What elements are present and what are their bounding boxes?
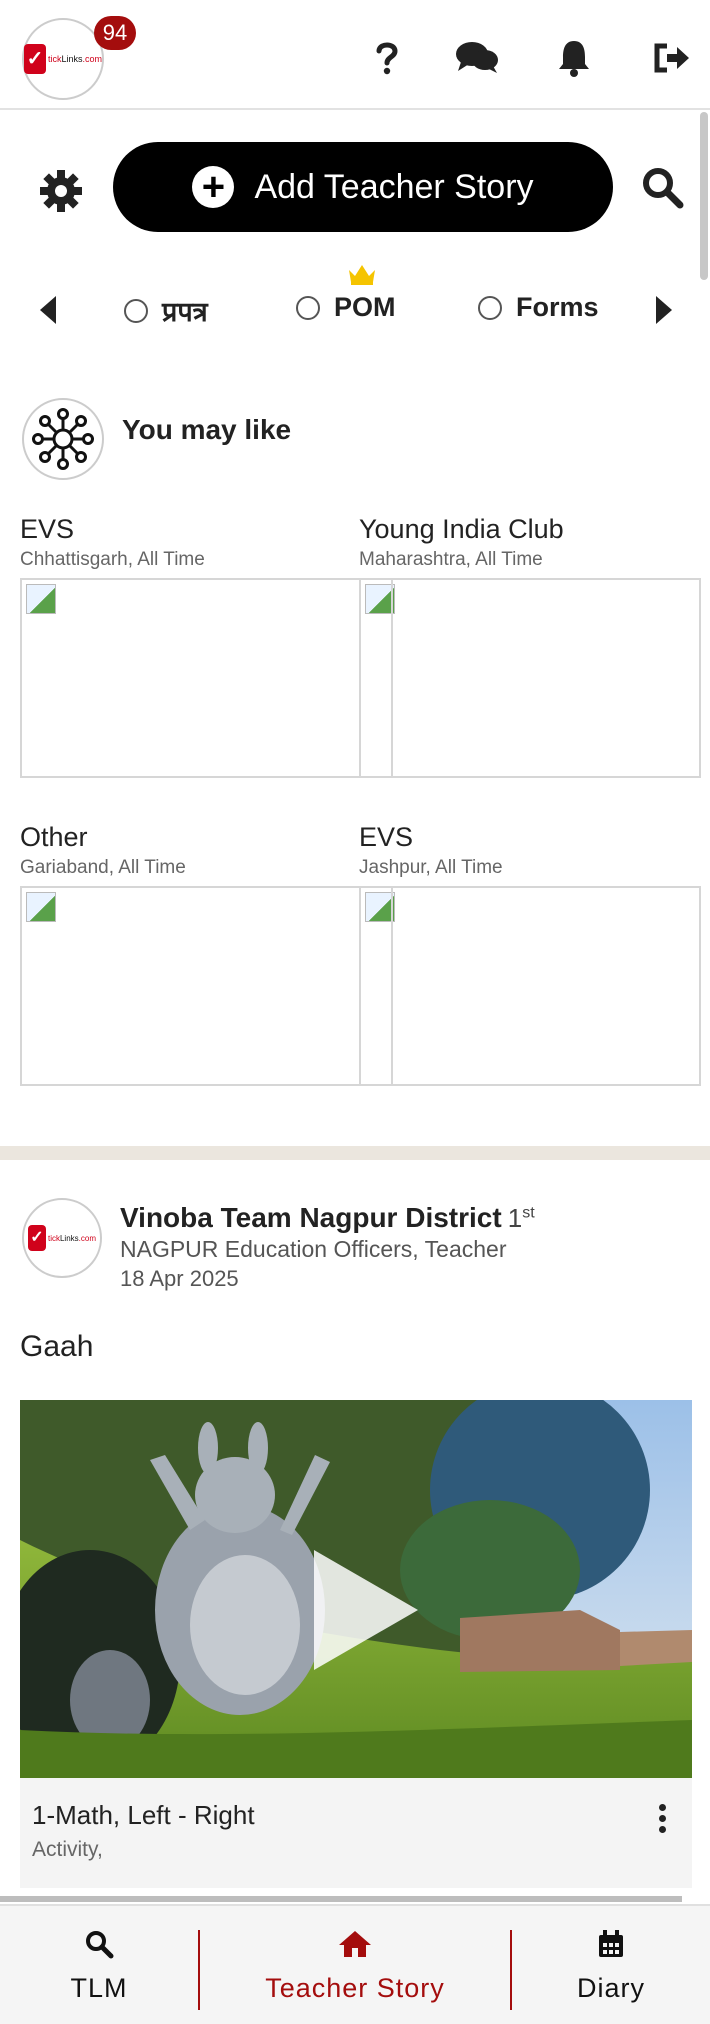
tab-radio[interactable] bbox=[124, 298, 148, 323]
video-title: 1-Math, Left - Right bbox=[32, 1800, 255, 1830]
logo-wordmark: tickLinks.com bbox=[47, 1233, 97, 1243]
page-scrollbar[interactable] bbox=[700, 112, 708, 280]
notification-count-badge: 94 bbox=[94, 16, 136, 50]
tab-label: प्रपत्र bbox=[162, 297, 208, 327]
connection-degree: 1st bbox=[507, 1203, 535, 1233]
search-icon[interactable] bbox=[640, 165, 684, 209]
bottom-navigation: TLM Teacher Story Diary bbox=[0, 1904, 710, 2024]
bell-icon[interactable] bbox=[556, 38, 592, 78]
tab-radio[interactable] bbox=[478, 295, 502, 320]
play-icon[interactable] bbox=[314, 1550, 418, 1670]
video-meta: 1-Math, Left - Right Activity, bbox=[20, 1778, 692, 1888]
nav-label: Teacher Story bbox=[265, 1972, 445, 2003]
card-title: EVS bbox=[359, 822, 414, 852]
card-image[interactable] bbox=[359, 886, 701, 1086]
card-image[interactable] bbox=[20, 886, 362, 1086]
network-icon bbox=[22, 398, 104, 480]
category-tabs: प्रपत्र POM Forms bbox=[0, 262, 710, 352]
logo-wordmark: tickLinks.com bbox=[47, 54, 102, 64]
suggestion-card[interactable]: Young India Club Maharashtra, All Time bbox=[359, 514, 701, 778]
post-bottom-divider bbox=[0, 1896, 682, 1902]
suggestion-card[interactable]: Other Gariaband, All Time bbox=[20, 822, 362, 1086]
nav-item-teacher-story[interactable]: Teacher Story bbox=[200, 1906, 510, 2024]
tab-prapatra[interactable]: प्रपत्र bbox=[124, 292, 208, 329]
card-title: EVS bbox=[20, 514, 75, 544]
nav-label: TLM bbox=[70, 1972, 128, 2003]
broken-image-icon bbox=[26, 892, 56, 922]
post-author[interactable]: Vinoba Team Nagpur District 1st bbox=[120, 1202, 535, 1234]
add-teacher-story-button[interactable]: + Add Teacher Story bbox=[113, 142, 613, 232]
image-frame-divider bbox=[391, 888, 393, 1084]
top-header: ✓ tickLinks.com 94 bbox=[0, 0, 710, 110]
logo-check-icon: ✓ bbox=[24, 44, 46, 74]
crown-icon bbox=[349, 265, 375, 285]
tab-label: POM bbox=[334, 292, 396, 322]
card-subtitle: Chhattisgarh, All Time bbox=[20, 549, 205, 570]
tab-label: Forms bbox=[516, 292, 599, 322]
tab-radio[interactable] bbox=[296, 295, 320, 320]
chat-icon[interactable] bbox=[454, 38, 500, 78]
broken-image-icon bbox=[26, 584, 56, 614]
nav-item-diary[interactable]: Diary bbox=[512, 1906, 710, 2024]
card-image[interactable] bbox=[359, 578, 701, 778]
app-logo[interactable]: ✓ tickLinks.com bbox=[22, 18, 104, 100]
post-text: Gaah bbox=[20, 1330, 94, 1363]
author-name: Vinoba Team Nagpur District bbox=[120, 1202, 502, 1233]
image-frame-divider bbox=[391, 580, 393, 776]
calendar-icon bbox=[599, 1929, 623, 1957]
more-options-icon[interactable] bbox=[656, 1804, 668, 1834]
nav-label: Diary bbox=[576, 1972, 645, 2003]
card-image[interactable] bbox=[20, 578, 362, 778]
tab-forms[interactable]: Forms bbox=[478, 292, 599, 323]
tab-pom[interactable]: POM bbox=[296, 292, 396, 323]
logo-check-icon: ✓ bbox=[27, 1225, 46, 1251]
section-separator bbox=[0, 1146, 710, 1160]
video-category: Activity, bbox=[32, 1838, 103, 1861]
gear-icon[interactable] bbox=[38, 168, 86, 216]
card-subtitle: Gariaband, All Time bbox=[20, 857, 186, 878]
logout-icon[interactable] bbox=[652, 38, 692, 78]
search-icon bbox=[86, 1930, 114, 1958]
post-date: 18 Apr 2025 bbox=[120, 1266, 239, 1291]
video-player[interactable] bbox=[20, 1400, 692, 1778]
app-root: ✓ tickLinks.com 94 + Add Teacher Story प… bbox=[0, 0, 710, 2024]
add-teacher-story-label: Add Teacher Story bbox=[254, 167, 534, 206]
card-title: Young India Club bbox=[359, 514, 564, 544]
author-role: NAGPUR Education Officers, Teacher bbox=[120, 1236, 507, 1262]
card-title: Other bbox=[20, 822, 88, 852]
home-icon bbox=[339, 1930, 371, 1957]
suggestion-card[interactable]: EVS Chhattisgarh, All Time bbox=[20, 514, 362, 778]
you-may-like-title: You may like bbox=[122, 414, 292, 445]
card-subtitle: Maharashtra, All Time bbox=[359, 549, 543, 570]
nav-item-tlm[interactable]: TLM bbox=[0, 1906, 198, 2024]
scroll-right-arrow-icon[interactable] bbox=[656, 296, 672, 324]
author-avatar[interactable]: ✓ tickLinks.com bbox=[22, 1198, 102, 1278]
help-icon[interactable] bbox=[372, 38, 402, 78]
card-subtitle: Jashpur, All Time bbox=[359, 857, 503, 878]
plus-circle-icon: + bbox=[192, 166, 235, 208]
suggestion-card[interactable]: EVS Jashpur, All Time bbox=[359, 822, 701, 1086]
scroll-left-arrow-icon[interactable] bbox=[40, 296, 56, 324]
